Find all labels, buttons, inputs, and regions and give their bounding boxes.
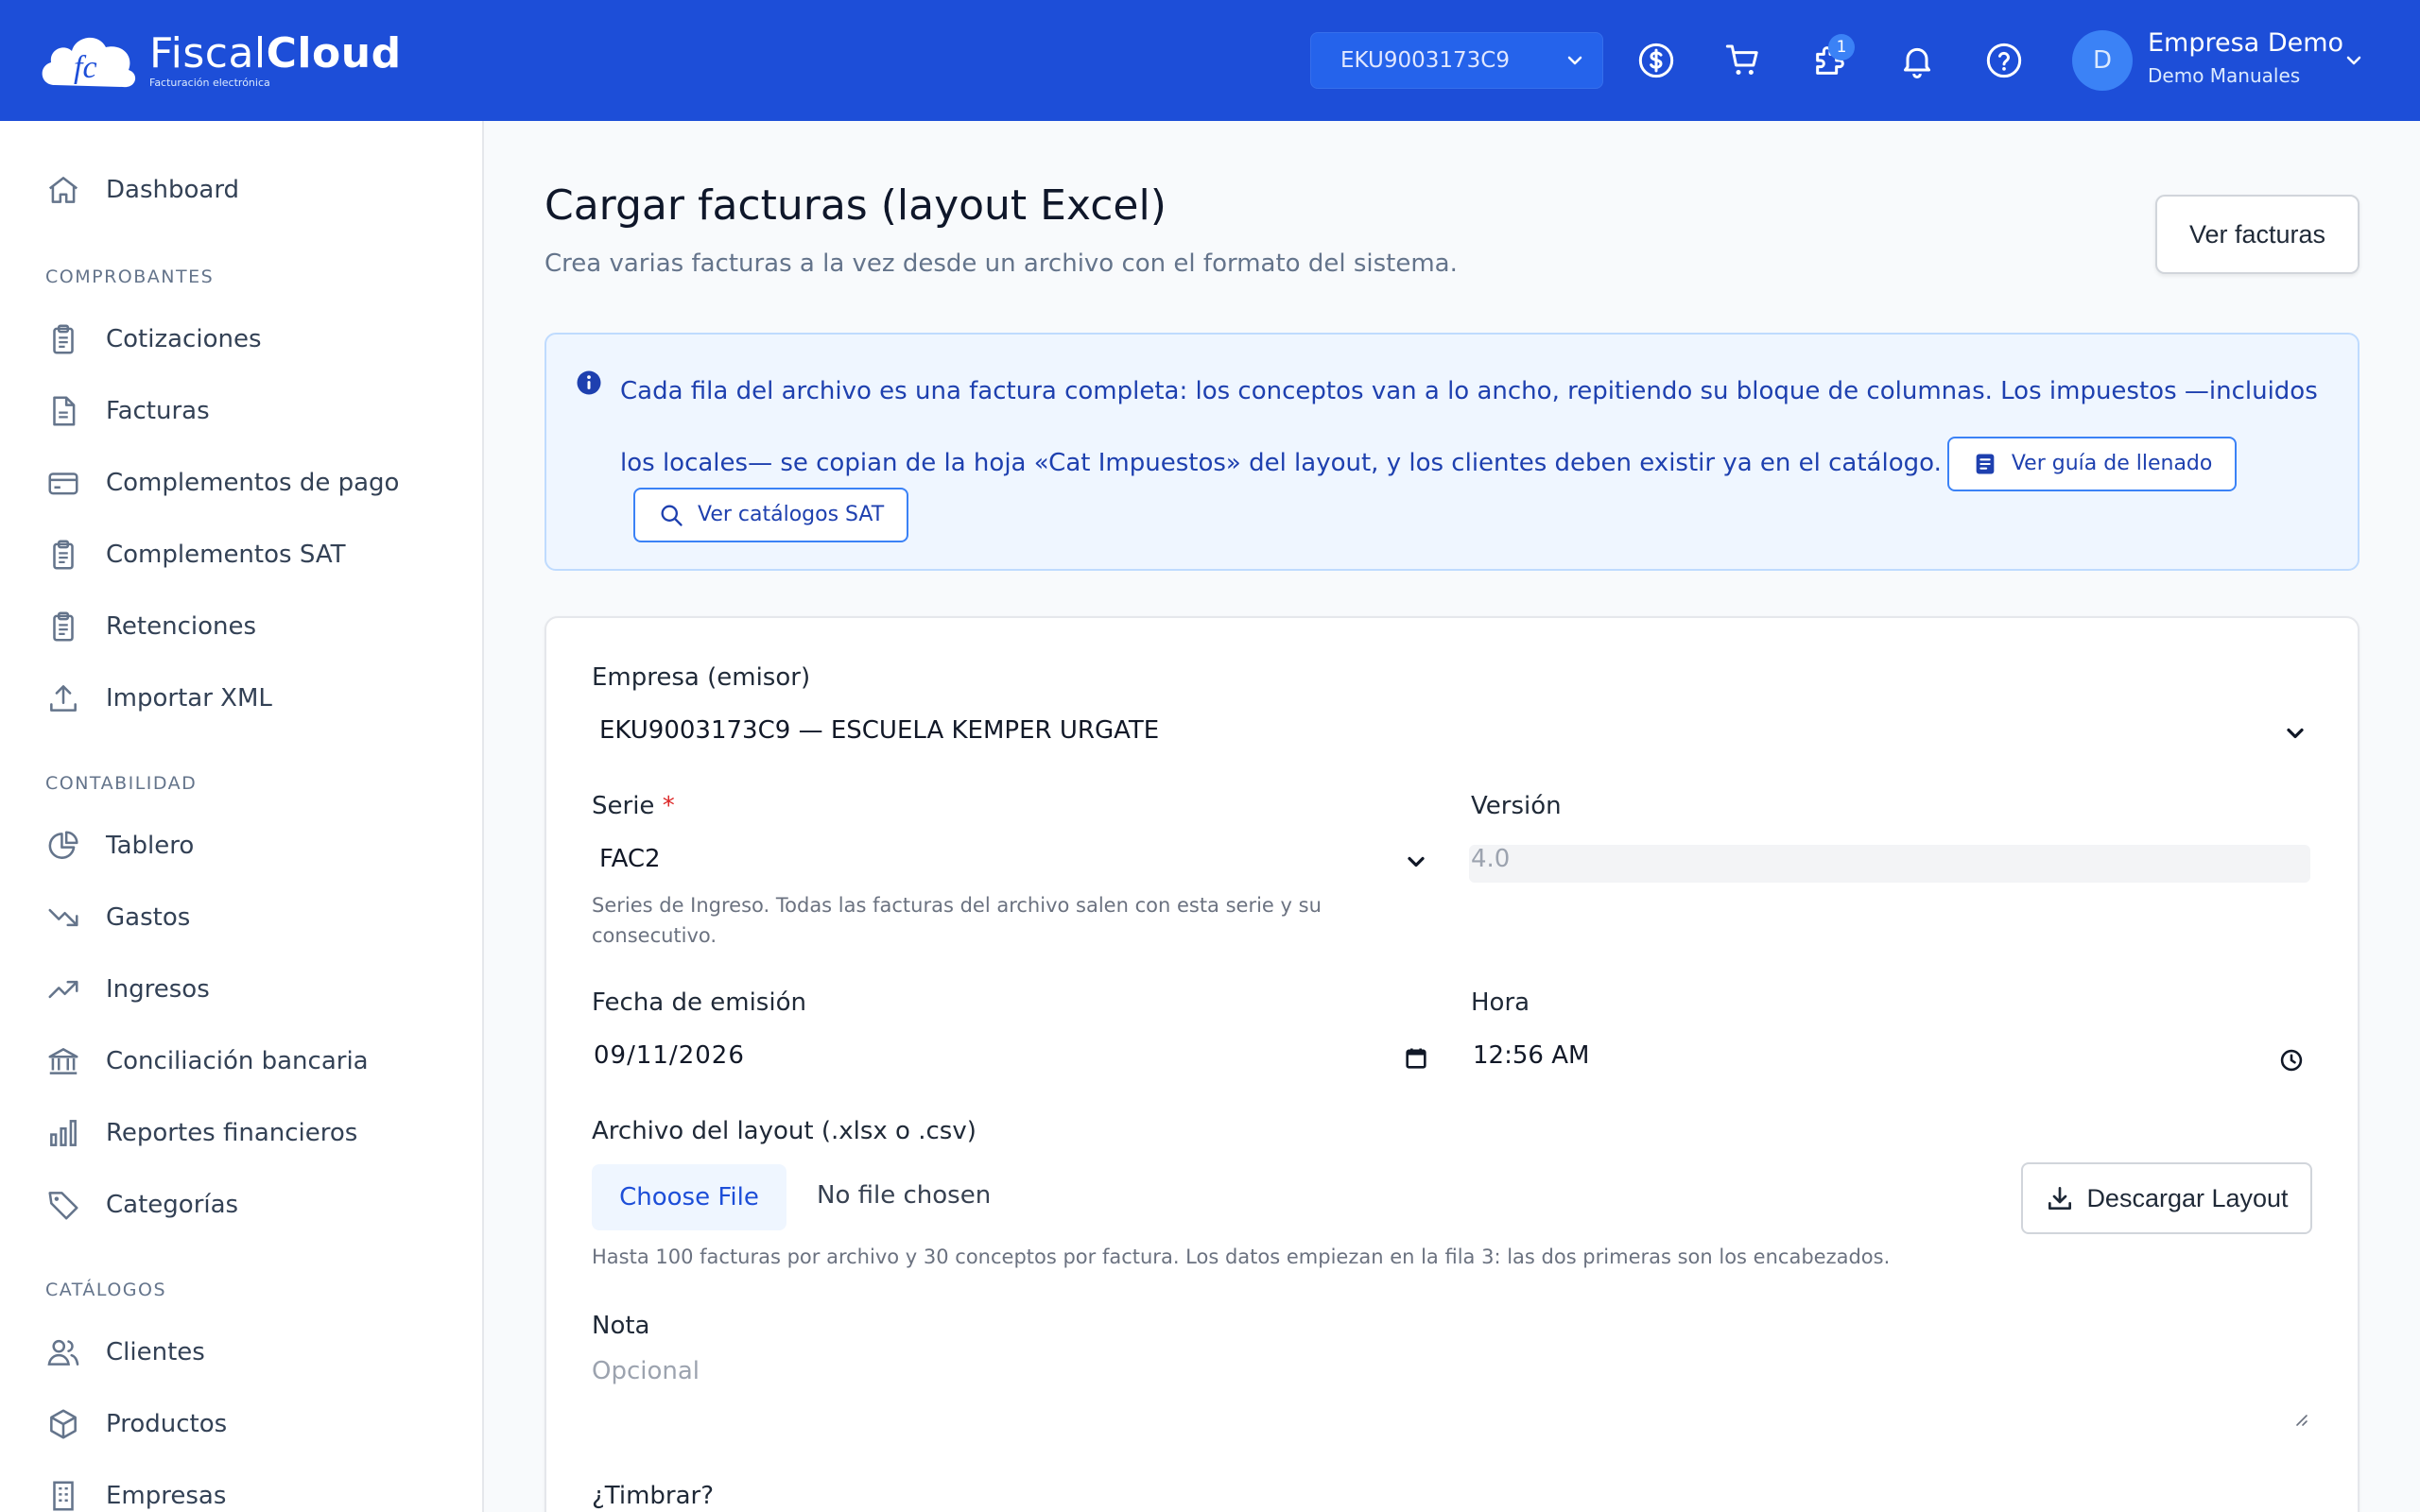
timbrar-label: ¿Timbrar?	[592, 1482, 715, 1510]
sidebar-item-complementos-sat[interactable]: Complementos SAT	[45, 531, 345, 578]
form-card	[544, 616, 2360, 1512]
dollar-icon[interactable]	[1637, 42, 1675, 79]
upload-icon	[50, 685, 77, 712]
logo-tagline: Facturación electrónica	[149, 76, 270, 89]
catalogos-sat-button[interactable]: Ver catálogos SAT	[633, 488, 909, 542]
info-icon	[577, 370, 601, 395]
rfc-selector[interactable]: EKU9003173C9	[1310, 32, 1603, 89]
page-title: Cargar facturas (layout Excel)	[544, 181, 1167, 230]
resize-handle-icon[interactable]	[2291, 1410, 2308, 1427]
ver-facturas-button[interactable]: Ver facturas	[2155, 195, 2360, 274]
clipboard-icon	[53, 324, 74, 354]
sidebar-item-cotizaciones[interactable]: Cotizaciones	[45, 316, 262, 363]
sidebar-item-empresas[interactable]: Empresas	[45, 1472, 226, 1512]
sidebar-item-clientes[interactable]: Clientes	[45, 1329, 205, 1376]
sidebar: Dashboard COMPROBANTES Cotizaciones Fact…	[0, 121, 484, 1512]
fecha-input[interactable]: 09/11/2026	[594, 1041, 745, 1070]
sidebar-item-dashboard[interactable]: Dashboard	[45, 166, 239, 214]
chevron-down-icon[interactable]	[2282, 720, 2308, 747]
notification-badge: 1	[1828, 34, 1855, 60]
chevron-down-icon	[1567, 56, 1582, 65]
clipboard-icon	[53, 611, 74, 642]
no-file-text: No file chosen	[817, 1181, 992, 1210]
serie-help: Series de Ingreso. Todas las facturas de…	[592, 894, 1322, 947]
cart-icon[interactable]	[1724, 42, 1762, 79]
serie-label: Serie *	[592, 792, 675, 820]
credit-card-icon	[48, 472, 78, 495]
fecha-label: Fecha de emisión	[592, 988, 806, 1017]
svg-text:fc: fc	[74, 50, 97, 85]
user-company: Demo Manuales	[2148, 64, 2301, 87]
required-asterisk: *	[662, 792, 675, 820]
version-field	[1469, 845, 2310, 883]
page-subtitle: Crea varias facturas a la vez desde un a…	[544, 249, 1458, 278]
hora-input[interactable]: 12:56 AM	[1473, 1041, 1589, 1070]
choose-file-button[interactable]: Choose File	[592, 1164, 786, 1230]
sidebar-item-ingresos[interactable]: Ingresos	[45, 966, 210, 1013]
descargar-layout-button[interactable]: Descargar Layout	[2021, 1162, 2312, 1234]
hora-label: Hora	[1471, 988, 1530, 1017]
chevron-down-icon[interactable]	[1403, 849, 1429, 875]
archivo-help: Hasta 100 facturas por archivo y 30 conc…	[592, 1246, 1891, 1268]
archivo-label: Archivo del layout (.xlsx o .csv)	[592, 1117, 977, 1145]
sidebar-item-importar-xml[interactable]: Importar XML	[45, 675, 272, 722]
sidebar-item-facturas[interactable]: Facturas	[45, 387, 210, 435]
bell-icon[interactable]	[1898, 42, 1936, 79]
empresa-select[interactable]: EKU9003173C9 — ESCUELA KEMPER URGATE	[599, 716, 1159, 745]
sidebar-item-complementos-pago[interactable]: Complementos de pago	[45, 459, 399, 507]
trending-up-icon	[48, 980, 78, 999]
sidebar-item-tablero[interactable]: Tablero	[45, 822, 194, 869]
version-value: 4.0	[1471, 845, 1511, 873]
chevron-down-icon[interactable]	[2342, 49, 2365, 72]
sidebar-section-contabilidad: CONTABILIDAD	[45, 773, 198, 794]
sidebar-item-conciliacion[interactable]: Conciliación bancaria	[45, 1038, 369, 1085]
sidebar-item-retenciones[interactable]: Retenciones	[45, 603, 256, 650]
tag-icon	[48, 1192, 78, 1220]
search-icon	[661, 505, 683, 526]
users-icon	[47, 1339, 79, 1366]
help-icon[interactable]	[1985, 42, 2023, 79]
logo-name: FiscalCloud	[149, 28, 402, 77]
home-icon	[48, 177, 78, 203]
bank-icon	[48, 1048, 78, 1074]
avatar[interactable]: D	[2072, 30, 2133, 91]
building-icon	[53, 1481, 74, 1511]
sidebar-section-catalogos: CATÁLOGOS	[45, 1280, 167, 1300]
guia-llenado-button[interactable]: Ver guía de llenado	[1946, 436, 2238, 491]
empresa-label: Empresa (emisor)	[592, 663, 811, 692]
version-label: Versión	[1471, 792, 1562, 820]
cloud-logo-icon: fc	[42, 37, 136, 88]
info-text: Cada fila del archivo es una factura com…	[620, 355, 2341, 499]
download-icon	[2048, 1187, 2072, 1210]
sidebar-item-productos[interactable]: Productos	[45, 1400, 227, 1448]
user-name[interactable]: Empresa Demo	[2148, 28, 2343, 58]
sidebar-item-reportes[interactable]: Reportes financieros	[45, 1109, 357, 1157]
nota-textarea[interactable]: Opcional	[592, 1357, 700, 1385]
document-icon	[53, 396, 76, 426]
info-banner: Cada fila del archivo es una factura com…	[544, 333, 2360, 571]
clipboard-icon	[53, 540, 74, 570]
cube-icon	[50, 1409, 77, 1439]
logo[interactable]: fc FiscalCloud Facturación electrónica	[36, 26, 402, 93]
sidebar-section-comprobantes: COMPROBANTES	[45, 266, 215, 287]
document-text-icon	[1976, 454, 1995, 473]
sidebar-item-categorias[interactable]: Categorías	[45, 1181, 238, 1228]
calendar-icon[interactable]	[1403, 1045, 1429, 1072]
clock-icon[interactable]	[2278, 1047, 2305, 1074]
rfc-selector-value: EKU9003173C9	[1340, 48, 1510, 73]
trending-down-icon	[48, 908, 78, 927]
pie-chart-icon	[48, 831, 78, 859]
serie-select[interactable]: FAC2	[599, 845, 661, 873]
nota-label: Nota	[592, 1312, 650, 1340]
sidebar-item-gastos[interactable]: Gastos	[45, 894, 190, 941]
bar-chart-icon	[50, 1120, 77, 1146]
top-bar: fc FiscalCloud Facturación electrónica E…	[0, 0, 2420, 121]
